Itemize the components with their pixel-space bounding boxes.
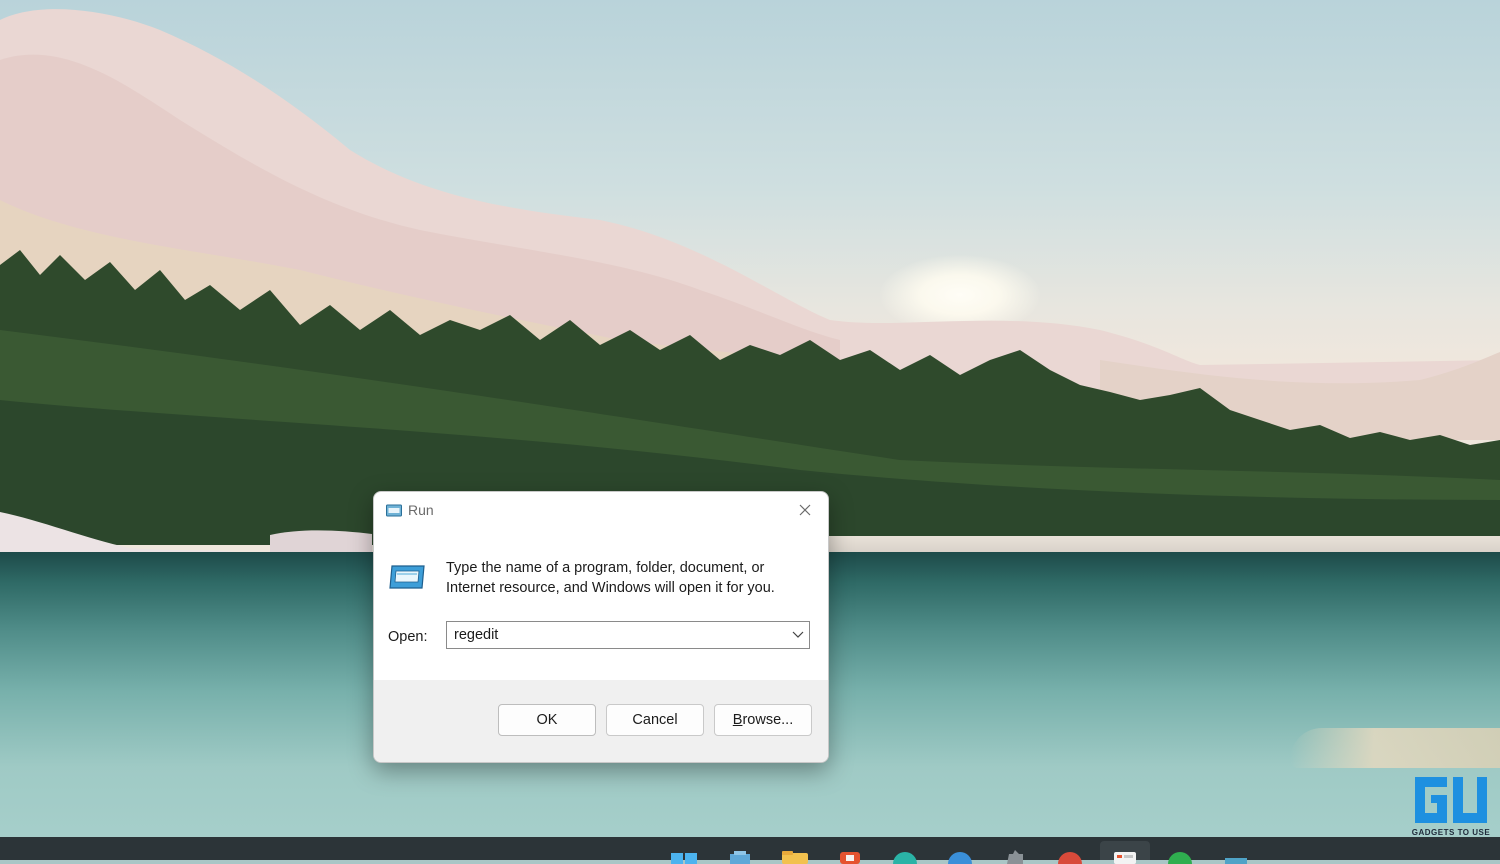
office-icon[interactable] — [836, 850, 864, 864]
settings-icon[interactable] — [1001, 850, 1029, 864]
file-explorer-icon[interactable] — [781, 850, 809, 864]
chrome-icon[interactable] — [946, 850, 974, 864]
terminal-icon[interactable] — [1222, 850, 1250, 864]
dialog-titlebar[interactable]: Run — [374, 492, 828, 528]
open-label-text: Open: — [388, 629, 428, 645]
run-program-icon — [389, 565, 425, 589]
run-taskbar-icon[interactable] — [1111, 850, 1139, 864]
gadgets-to-use-logo — [1415, 777, 1487, 823]
edge-icon[interactable] — [891, 850, 919, 864]
dialog-title: Run — [408, 502, 434, 518]
open-input[interactable] — [447, 622, 791, 648]
open-label: Open: — [388, 629, 428, 645]
browse-button[interactable]: Browse... — [714, 704, 812, 736]
ok-button[interactable]: OK — [498, 704, 596, 736]
grass-patch — [1290, 728, 1500, 768]
start-icon[interactable] — [670, 850, 698, 864]
app-icon[interactable] — [1056, 850, 1084, 864]
dialog-description: Type the name of a program, folder, docu… — [446, 560, 775, 596]
run-dialog: Run Type the name of a program, folder, … — [373, 491, 829, 763]
chevron-down-icon[interactable] — [791, 629, 805, 641]
watermark-text: GADGETS TO USE — [1411, 828, 1491, 837]
widgets-icon[interactable] — [726, 850, 754, 864]
open-combobox[interactable] — [446, 621, 810, 649]
watermark: GADGETS TO USE — [1405, 773, 1497, 839]
taskbar — [0, 837, 1500, 864]
browse-label: Browse... — [732, 712, 794, 728]
close-icon — [799, 504, 811, 516]
run-icon — [386, 504, 402, 517]
spotify-icon[interactable] — [1166, 850, 1194, 864]
cancel-button[interactable]: Cancel — [606, 704, 704, 736]
close-button[interactable] — [788, 495, 822, 525]
